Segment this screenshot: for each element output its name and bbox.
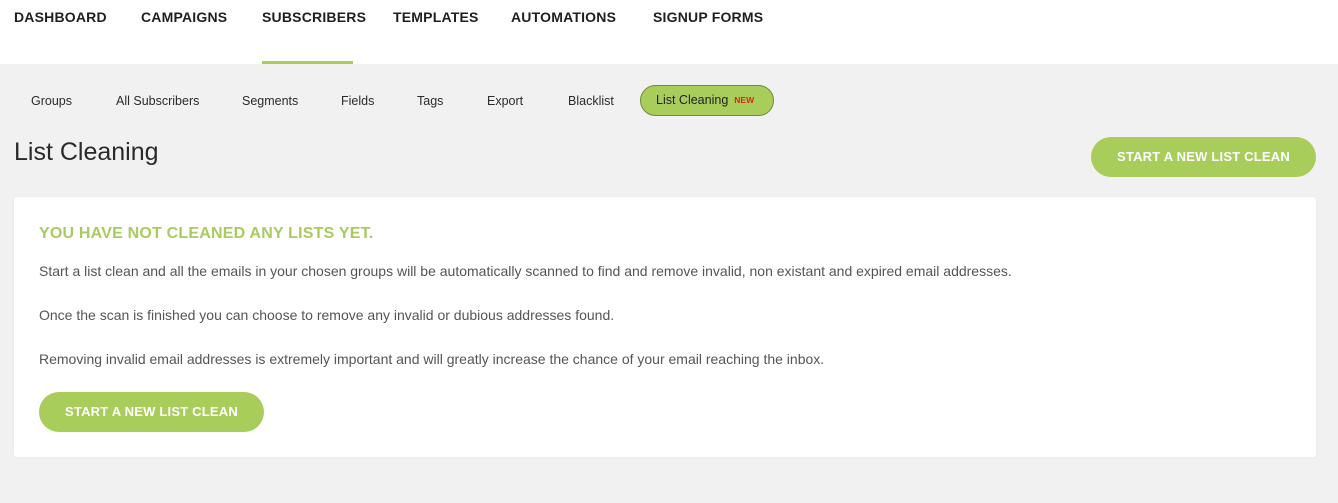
topnav-signup-forms-label: SIGNUP FORMS <box>653 9 764 25</box>
topnav-templates-label: TEMPLATES <box>393 9 479 25</box>
subnav-tags[interactable]: Tags <box>417 86 443 116</box>
topnav-signup-forms[interactable]: SIGNUP FORMS <box>653 0 763 64</box>
subnav-list-cleaning[interactable]: List Cleaning NEW <box>640 85 774 116</box>
empty-state-paragraph-3: Removing invalid email addresses is extr… <box>39 351 825 367</box>
empty-state-heading: YOU HAVE NOT CLEANED ANY LISTS YET. <box>39 225 374 242</box>
topnav-subscribers[interactable]: SUBSCRIBERS <box>262 0 366 64</box>
topnav-dashboard-label: DASHBOARD <box>14 9 107 25</box>
subnav-groups[interactable]: Groups <box>31 86 72 116</box>
empty-state-paragraph-1: Start a list clean and all the emails in… <box>39 263 1012 279</box>
start-list-clean-header-button[interactable]: START A NEW LIST CLEAN <box>1091 137 1316 177</box>
subnav-list-cleaning-label: List Cleaning <box>656 93 729 107</box>
start-list-clean-card-button[interactable]: START A NEW LIST CLEAN <box>39 392 264 432</box>
new-badge: NEW <box>734 95 755 105</box>
subnav-fields[interactable]: Fields <box>341 86 374 116</box>
topnav-automations-label: AUTOMATIONS <box>511 9 617 25</box>
subnav-segments[interactable]: Segments <box>242 86 298 116</box>
subnav-all-subscribers[interactable]: All Subscribers <box>116 86 199 116</box>
topnav-campaigns-label: CAMPAIGNS <box>141 9 228 25</box>
empty-state-paragraph-2: Once the scan is finished you can choose… <box>39 307 615 323</box>
topnav-templates[interactable]: TEMPLATES <box>393 0 478 64</box>
topnav-campaigns[interactable]: CAMPAIGNS <box>141 0 228 64</box>
subnav-export[interactable]: Export <box>487 86 523 116</box>
subnav-blacklist[interactable]: Blacklist <box>568 86 614 116</box>
topnav-dashboard[interactable]: DASHBOARD <box>14 0 107 64</box>
topnav-subscribers-label: SUBSCRIBERS <box>262 9 367 25</box>
topnav-automations[interactable]: AUTOMATIONS <box>511 0 616 64</box>
top-nav: DASHBOARD CAMPAIGNS SUBSCRIBERS TEMPLATE… <box>0 0 1338 64</box>
empty-state-card: YOU HAVE NOT CLEANED ANY LISTS YET. Star… <box>14 197 1316 457</box>
page-title: List Cleaning <box>14 138 159 166</box>
